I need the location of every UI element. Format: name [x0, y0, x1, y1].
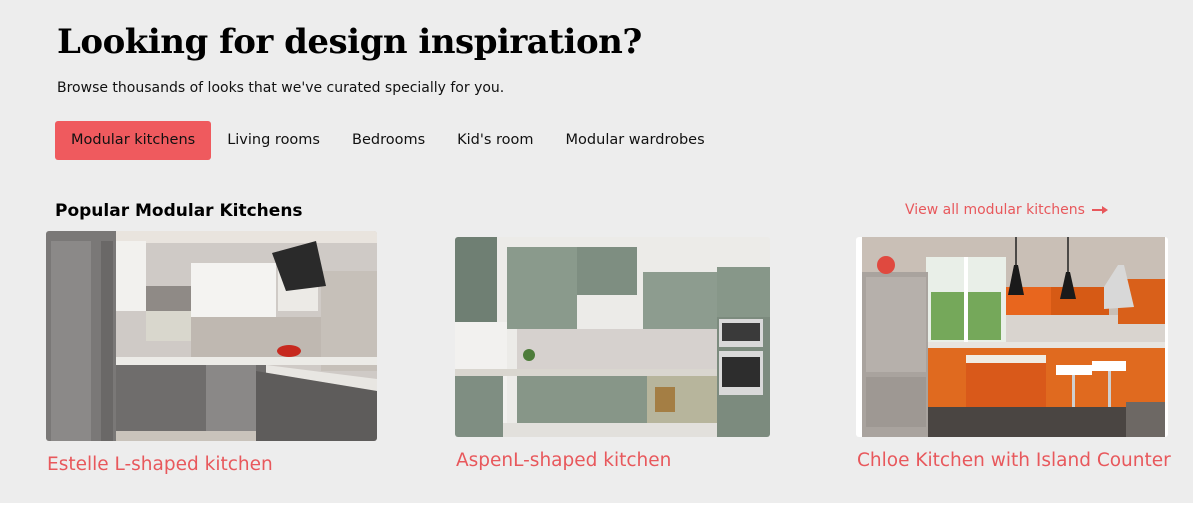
view-all-link[interactable]: View all modular kitchens	[905, 200, 1108, 220]
kitchen-card[interactable]: Chloe Kitchen with Island Counter	[856, 237, 1171, 471]
kitchen-photo-sage-green-l-shaped[interactable]	[455, 237, 770, 437]
category-tabs: Modular kitchens Living rooms Bedrooms K…	[55, 121, 721, 160]
kitchen-card-title[interactable]: Chloe Kitchen with Island Counter	[857, 449, 1171, 473]
view-all-label: View all modular kitchens	[905, 202, 1085, 218]
tab-living-rooms[interactable]: Living rooms	[211, 121, 336, 160]
kitchen-photo-grey-l-shaped[interactable]	[46, 231, 377, 441]
page-title: Looking for design inspiration?	[57, 22, 642, 62]
tab-modular-wardrobes[interactable]: Modular wardrobes	[550, 121, 721, 160]
kitchen-card[interactable]: AspenL-shaped kitchen	[455, 237, 770, 471]
kitchen-card[interactable]: Estelle L-shaped kitchen	[46, 231, 377, 475]
kitchen-card-title[interactable]: Estelle L-shaped kitchen	[47, 453, 273, 477]
page-subtitle: Browse thousands of looks that we've cur…	[57, 80, 505, 96]
tab-kids-room[interactable]: Kid's room	[441, 121, 549, 160]
arrow-right-icon	[1091, 206, 1108, 214]
design-inspiration-section: Looking for design inspiration? Browse t…	[0, 0, 1193, 503]
kitchen-photo-orange-island[interactable]	[856, 237, 1168, 437]
kitchen-card-title[interactable]: AspenL-shaped kitchen	[456, 449, 671, 473]
tab-bedrooms[interactable]: Bedrooms	[336, 121, 441, 160]
tab-modular-kitchens[interactable]: Modular kitchens	[55, 121, 212, 160]
section-title: Popular Modular Kitchens	[55, 201, 303, 221]
